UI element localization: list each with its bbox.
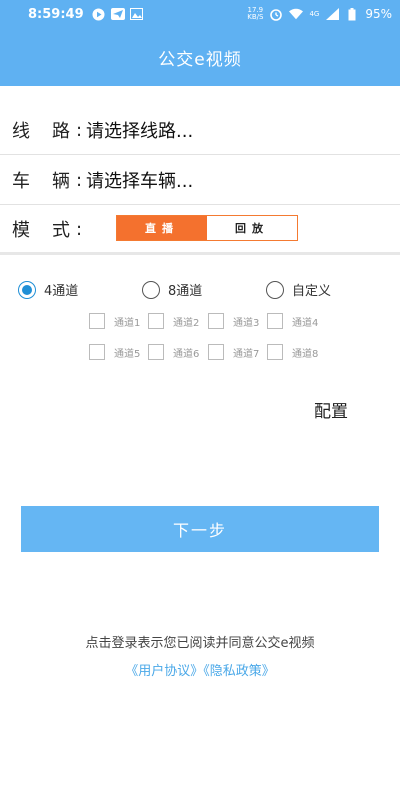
live-mode-button[interactable]: 直播 <box>117 216 207 240</box>
checkbox-icon[interactable] <box>208 313 224 329</box>
channel-label: 通道4 <box>292 317 319 329</box>
channel-label: 通道5 <box>114 348 141 360</box>
mode-label-b: 式 <box>52 220 70 241</box>
vehicle-label-b: 辆 <box>52 171 70 192</box>
battery-level: 95% <box>365 7 392 21</box>
checkbox-icon[interactable] <box>267 313 283 329</box>
play-notification-icon <box>92 8 106 20</box>
alarm-icon <box>269 8 283 21</box>
clock: 8:59:49 <box>28 6 84 22</box>
route-value[interactable]: 请选择线路... <box>86 117 193 143</box>
channel-checkbox-5[interactable]: 通道5 <box>89 344 140 360</box>
channel-checkbox-8[interactable]: 通道8 <box>267 344 318 360</box>
mode-toggle: 直播 回放 <box>116 215 298 241</box>
radio-checked-icon[interactable] <box>18 280 36 299</box>
channel-checkbox-6[interactable]: 通道6 <box>148 344 199 360</box>
radio-unchecked-icon[interactable] <box>142 280 160 299</box>
checkbox-icon[interactable] <box>267 344 283 360</box>
checkbox-icon[interactable] <box>148 313 164 329</box>
channel-label: 通道8 <box>292 348 319 360</box>
channel-mode-group: 4通道 8通道 自定义 <box>0 280 400 302</box>
agreement-notice: 点击登录表示您已阅读并同意公交e视频 <box>85 636 315 651</box>
radio-custom[interactable]: 自定义 <box>266 280 331 299</box>
route-colon: : <box>76 119 83 141</box>
vehicle-value[interactable]: 请选择车辆... <box>86 167 193 193</box>
config-button[interactable]: 配置 <box>314 397 348 422</box>
channel-checkbox-2[interactable]: 通道2 <box>148 313 199 329</box>
network-type: 4G <box>309 10 320 18</box>
channel-checkbox-1[interactable]: 通道1 <box>89 313 140 329</box>
channel-label: 通道2 <box>173 317 200 329</box>
signal-icon <box>325 8 339 20</box>
checkbox-icon[interactable] <box>148 344 164 360</box>
channel-label: 通道1 <box>114 317 141 329</box>
net-speed-unit: KB/S <box>247 13 264 21</box>
vehicle-label-a: 车 <box>12 171 30 192</box>
checkbox-icon[interactable] <box>89 344 105 360</box>
radio-label: 自定义 <box>292 284 332 299</box>
radio-unchecked-icon[interactable] <box>266 280 284 299</box>
net-speed: 17.9 KB/S <box>247 7 263 21</box>
checkbox-icon[interactable] <box>208 344 224 360</box>
section-divider <box>0 252 400 255</box>
radio-4-channel[interactable]: 4通道 <box>18 280 78 299</box>
route-label-a: 线 <box>12 121 30 142</box>
checkbox-icon[interactable] <box>89 313 105 329</box>
telegram-icon <box>110 8 125 20</box>
wifi-icon <box>289 8 304 20</box>
radio-label: 8通道 <box>168 284 203 299</box>
radio-label: 4通道 <box>44 284 79 299</box>
vehicle-selector[interactable]: 车 辆 : 请选择车辆... <box>0 155 400 205</box>
privacy-policy-link[interactable]: 《隐私政策》 <box>203 664 275 679</box>
radio-8-channel[interactable]: 8通道 <box>142 280 202 299</box>
battery-icon <box>345 7 359 20</box>
page-title: 公交e视频 <box>158 49 242 70</box>
gallery-icon <box>130 8 144 20</box>
route-selector[interactable]: 线 路 : 请选择线路... <box>0 105 400 155</box>
channel-checkbox-7[interactable]: 通道7 <box>208 344 259 360</box>
user-agreement-link[interactable]: 《用户协议》 <box>125 664 203 679</box>
status-bar: 8:59:49 17.9 KB/S 4G 95% <box>0 0 400 28</box>
channel-checkbox-3[interactable]: 通道3 <box>208 313 259 329</box>
channel-label: 通道6 <box>173 348 200 360</box>
playback-mode-button[interactable]: 回放 <box>207 216 297 240</box>
vehicle-colon: : <box>76 169 83 191</box>
channel-checkbox-4[interactable]: 通道4 <box>267 313 318 329</box>
channel-label: 通道3 <box>233 317 260 329</box>
mode-label-a: 模 <box>12 220 30 241</box>
agreement-links: 《用户协议》《隐私政策》 <box>0 660 400 679</box>
next-step-button[interactable]: 下一步 <box>21 506 379 552</box>
app-header: 公交e视频 <box>0 28 400 86</box>
route-label-b: 路 <box>52 121 70 142</box>
channel-label: 通道7 <box>233 348 260 360</box>
mode-colon: : <box>76 218 83 240</box>
